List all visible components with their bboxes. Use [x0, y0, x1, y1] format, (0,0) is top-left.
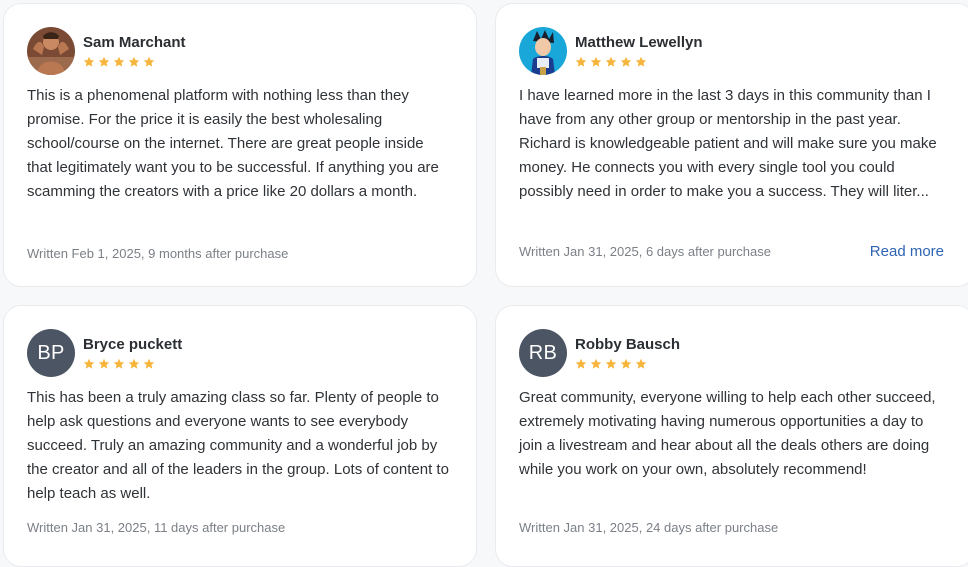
star-icon	[143, 358, 155, 369]
review-card: Matthew Lewellyn I have learned more in …	[495, 3, 968, 287]
star-icon	[635, 56, 647, 67]
star-icon	[113, 56, 125, 67]
star-icon	[98, 358, 110, 369]
star-icon	[83, 56, 95, 67]
star-icon	[143, 56, 155, 67]
review-meta: Written Jan 31, 2025, 6 days after purch…	[519, 244, 771, 259]
star-icon	[575, 56, 587, 67]
review-header: RB Robby Bausch	[519, 329, 680, 377]
avatar: RB	[519, 329, 567, 377]
star-icon	[605, 358, 617, 369]
avatar: BP	[27, 329, 75, 377]
review-meta: Written Feb 1, 2025, 9 months after purc…	[27, 246, 289, 261]
star-icon	[605, 56, 617, 67]
reviewer-name: Matthew Lewellyn	[575, 34, 703, 51]
star-icon	[620, 358, 632, 369]
review-text: I have learned more in the last 3 days i…	[519, 87, 937, 200]
review-header: Sam Marchant	[27, 27, 186, 75]
star-icon	[635, 358, 647, 369]
review-card: BP Bryce puckett This has been a truly a…	[3, 305, 477, 567]
review-header: Matthew Lewellyn	[519, 27, 703, 75]
star-icon	[98, 56, 110, 67]
star-icon	[83, 358, 95, 369]
avatar	[519, 27, 567, 75]
star-rating	[83, 56, 186, 68]
star-icon	[590, 358, 602, 369]
review-text: This is a phenomenal platform with nothi…	[27, 87, 439, 200]
star-icon	[575, 358, 587, 369]
review-meta: Written Jan 31, 2025, 11 days after purc…	[27, 520, 286, 535]
star-icon	[113, 358, 125, 369]
star-rating	[575, 56, 703, 68]
reviewer-name: Robby Bausch	[575, 336, 681, 353]
review-text: Great community, everyone willing to hel…	[519, 389, 936, 478]
review-header: BP Bryce puckett	[27, 329, 182, 377]
star-icon	[128, 358, 140, 369]
review-card: RB Robby Bausch Great community, everyon…	[495, 305, 968, 567]
review-text: This has been a truly amazing class so f…	[27, 389, 449, 502]
star-rating	[83, 358, 182, 370]
star-rating	[575, 358, 680, 370]
star-icon	[620, 56, 632, 67]
reviewer-name: Bryce puckett	[83, 336, 183, 353]
review-card: Sam Marchant This is a phenomenal platfo…	[3, 3, 477, 287]
star-icon	[590, 56, 602, 67]
star-icon	[128, 56, 140, 67]
reviewer-name: Sam Marchant	[83, 34, 186, 51]
avatar	[27, 27, 75, 75]
read-more-link[interactable]: Read more	[870, 243, 944, 260]
review-meta: Written Jan 31, 2025, 24 days after purc…	[519, 520, 779, 535]
